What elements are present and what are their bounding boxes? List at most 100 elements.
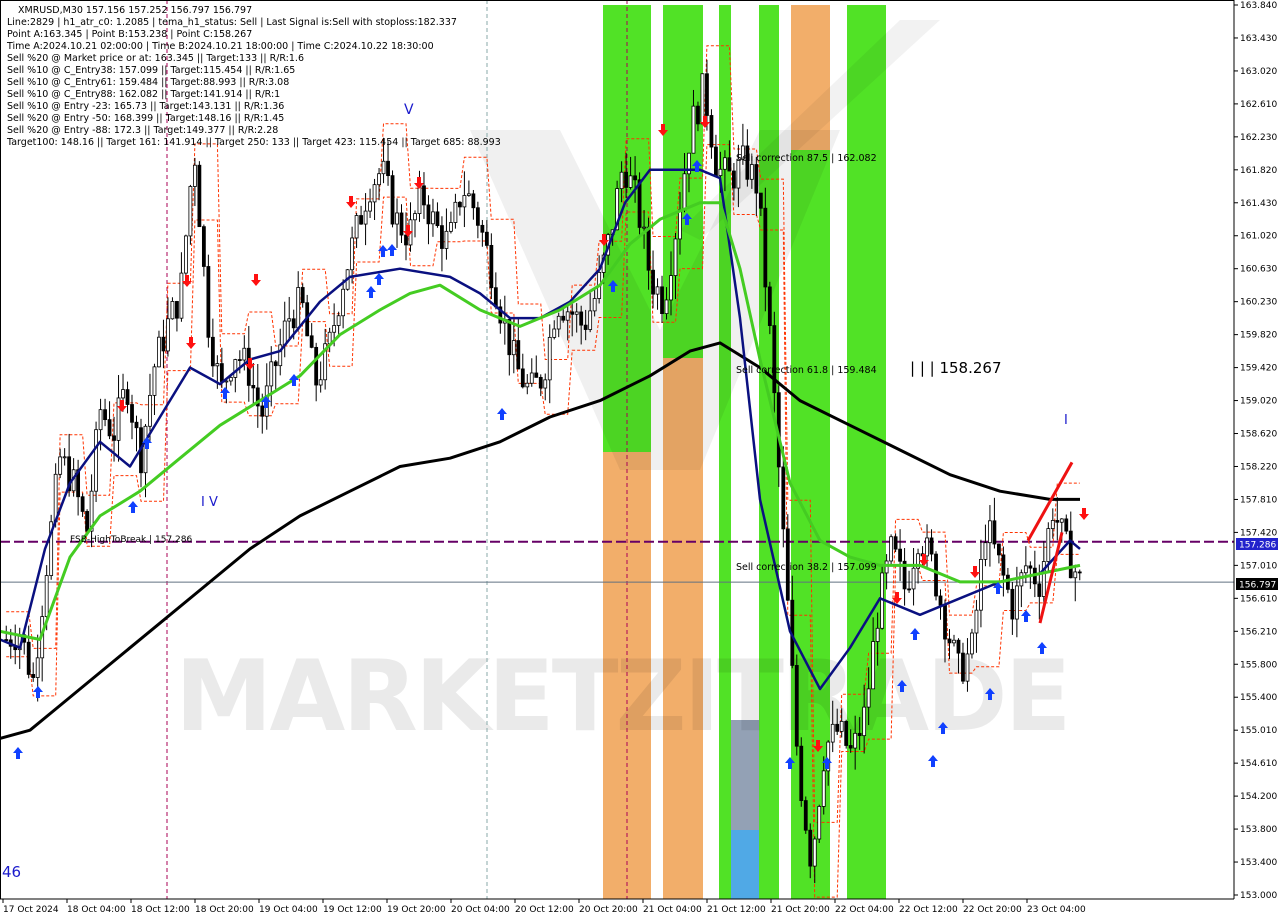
candle-body: [898, 548, 902, 562]
candle-body: [952, 639, 956, 644]
candle-body: [237, 359, 242, 361]
candle-body: [754, 164, 759, 194]
candle-body: [1046, 528, 1051, 562]
candle-body: [435, 211, 440, 227]
buy-arrow-icon: [128, 501, 138, 513]
candle-body: [386, 160, 390, 177]
candle-body: [192, 164, 197, 187]
x-tick-label: 20 Oct 04:00: [451, 905, 510, 915]
candle-body: [929, 537, 934, 555]
candle-body: [85, 511, 89, 532]
candle-body: [121, 389, 125, 399]
candle-body: [956, 639, 961, 654]
candle-body: [1068, 530, 1073, 579]
candle-body: [188, 186, 193, 237]
candle-body: [552, 328, 557, 338]
candle-body: [1023, 565, 1028, 574]
candle-body: [821, 770, 826, 807]
x-tick-label: 21 Oct 20:00: [771, 905, 830, 915]
sell-correction-38-label: Sell correction 38.2 | 157.099: [736, 562, 877, 573]
candle-body: [934, 553, 938, 597]
candle-body: [462, 195, 467, 208]
candle-body: [628, 175, 633, 188]
y-tick-label: 156.210: [1240, 627, 1277, 637]
info-line: Sell %10 @ Entry -23: 165.73 || Target:1…: [7, 101, 284, 112]
info-line: Sell %20 @ Entry -88: 172.3 || Target:14…: [7, 125, 278, 136]
candle-body: [633, 175, 637, 181]
candle-body: [201, 226, 206, 267]
candle-body: [431, 211, 435, 225]
candle-body: [103, 409, 107, 421]
candle-body: [709, 115, 714, 148]
buy-arrow-icon: [142, 437, 152, 449]
candle-body: [484, 231, 489, 246]
candle-body: [1055, 520, 1060, 523]
candle-body: [588, 310, 593, 330]
candle-body: [835, 723, 840, 732]
candle-body: [480, 224, 485, 233]
candle-body: [350, 237, 355, 271]
candle-body: [341, 288, 346, 317]
chart-window: MARKETZITRADE FSB-HighToBreak | 157.286 …: [0, 0, 1280, 920]
y-tick-label: 162.230: [1240, 133, 1277, 143]
candle-body: [377, 173, 381, 186]
candle-body: [857, 732, 862, 737]
info-line: Sell %10 @ C_Entry88: 162.082 || Target:…: [7, 89, 280, 100]
buy-arrow-icon: [1021, 610, 1031, 622]
x-tick-label: 18 Oct 04:00: [67, 905, 126, 915]
bottom-left-number: 46: [2, 863, 21, 881]
fsb-price-tag-text: 157.286: [1239, 541, 1276, 551]
buy-arrow-icon: [13, 747, 23, 759]
candle-body: [974, 609, 979, 634]
candle-body: [107, 419, 112, 437]
candle-body: [242, 347, 247, 361]
candle-body: [749, 164, 754, 180]
info-header: XMRUSD,M30 157.156 157.252 156.797 156.7…: [6, 5, 501, 148]
sell-correction-87-label: Sell correction 87.5 | 162.082: [736, 153, 877, 164]
candle-body: [965, 653, 970, 682]
x-tick-label: 22 Oct 04:00: [835, 905, 894, 915]
candle-body: [642, 226, 646, 229]
info-line: Time A:2024.10.21 02:00:00 | Time B:2024…: [6, 41, 434, 52]
candle-body: [525, 382, 530, 388]
candle-body: [134, 421, 139, 429]
price-chart[interactable]: MARKETZITRADE FSB-HighToBreak | 157.286 …: [0, 0, 1280, 920]
candle-body: [669, 275, 673, 301]
candle-body: [844, 720, 849, 746]
candle-body: [718, 168, 723, 177]
candle-body: [664, 299, 669, 315]
watermark-text: MARKETZITRADE: [175, 640, 1069, 754]
candle-body: [336, 315, 341, 326]
x-tick-label: 20 Oct 20:00: [579, 905, 638, 915]
candle-body: [682, 173, 687, 211]
candle-body: [853, 732, 858, 749]
candle-body: [233, 359, 238, 378]
y-tick-label: 156.610: [1240, 594, 1277, 604]
candle-body: [354, 215, 359, 239]
zone-band: [731, 830, 759, 899]
y-axis-ticks: 163.840 163.430 163.020 162.610 162.230 161.8…: [1234, 1, 1277, 901]
candle-body: [983, 542, 988, 560]
candle-body: [300, 287, 305, 304]
candle-body: [655, 286, 660, 295]
candle-body: [327, 331, 332, 345]
y-tick-label: 162.610: [1240, 100, 1277, 110]
x-tick-label: 17 Oct 2024: [3, 905, 59, 915]
y-tick-label: 160.630: [1240, 265, 1277, 275]
fsb-label: FSB-HighToBreak | 157.286: [70, 535, 192, 545]
candle-body: [179, 272, 184, 319]
candle-body: [210, 336, 215, 367]
x-axis-ticks: 17 Oct 2024 18 Oct 04:00 18 Oct 12:00 18 Oc…: [2, 899, 1086, 915]
candle-body: [529, 372, 534, 384]
y-tick-label: 163.840: [1240, 1, 1277, 11]
candle-body: [520, 368, 525, 388]
y-tick-label: 159.820: [1240, 331, 1277, 341]
candle-body: [309, 335, 314, 348]
x-tick-label: 22 Oct 20:00: [963, 905, 1022, 915]
candle-body: [466, 193, 471, 196]
candle-body: [62, 456, 67, 459]
candle-body: [332, 325, 337, 333]
candle-body: [260, 405, 265, 417]
candle-body: [291, 318, 296, 329]
x-tick-label: 19 Oct 20:00: [387, 905, 446, 915]
